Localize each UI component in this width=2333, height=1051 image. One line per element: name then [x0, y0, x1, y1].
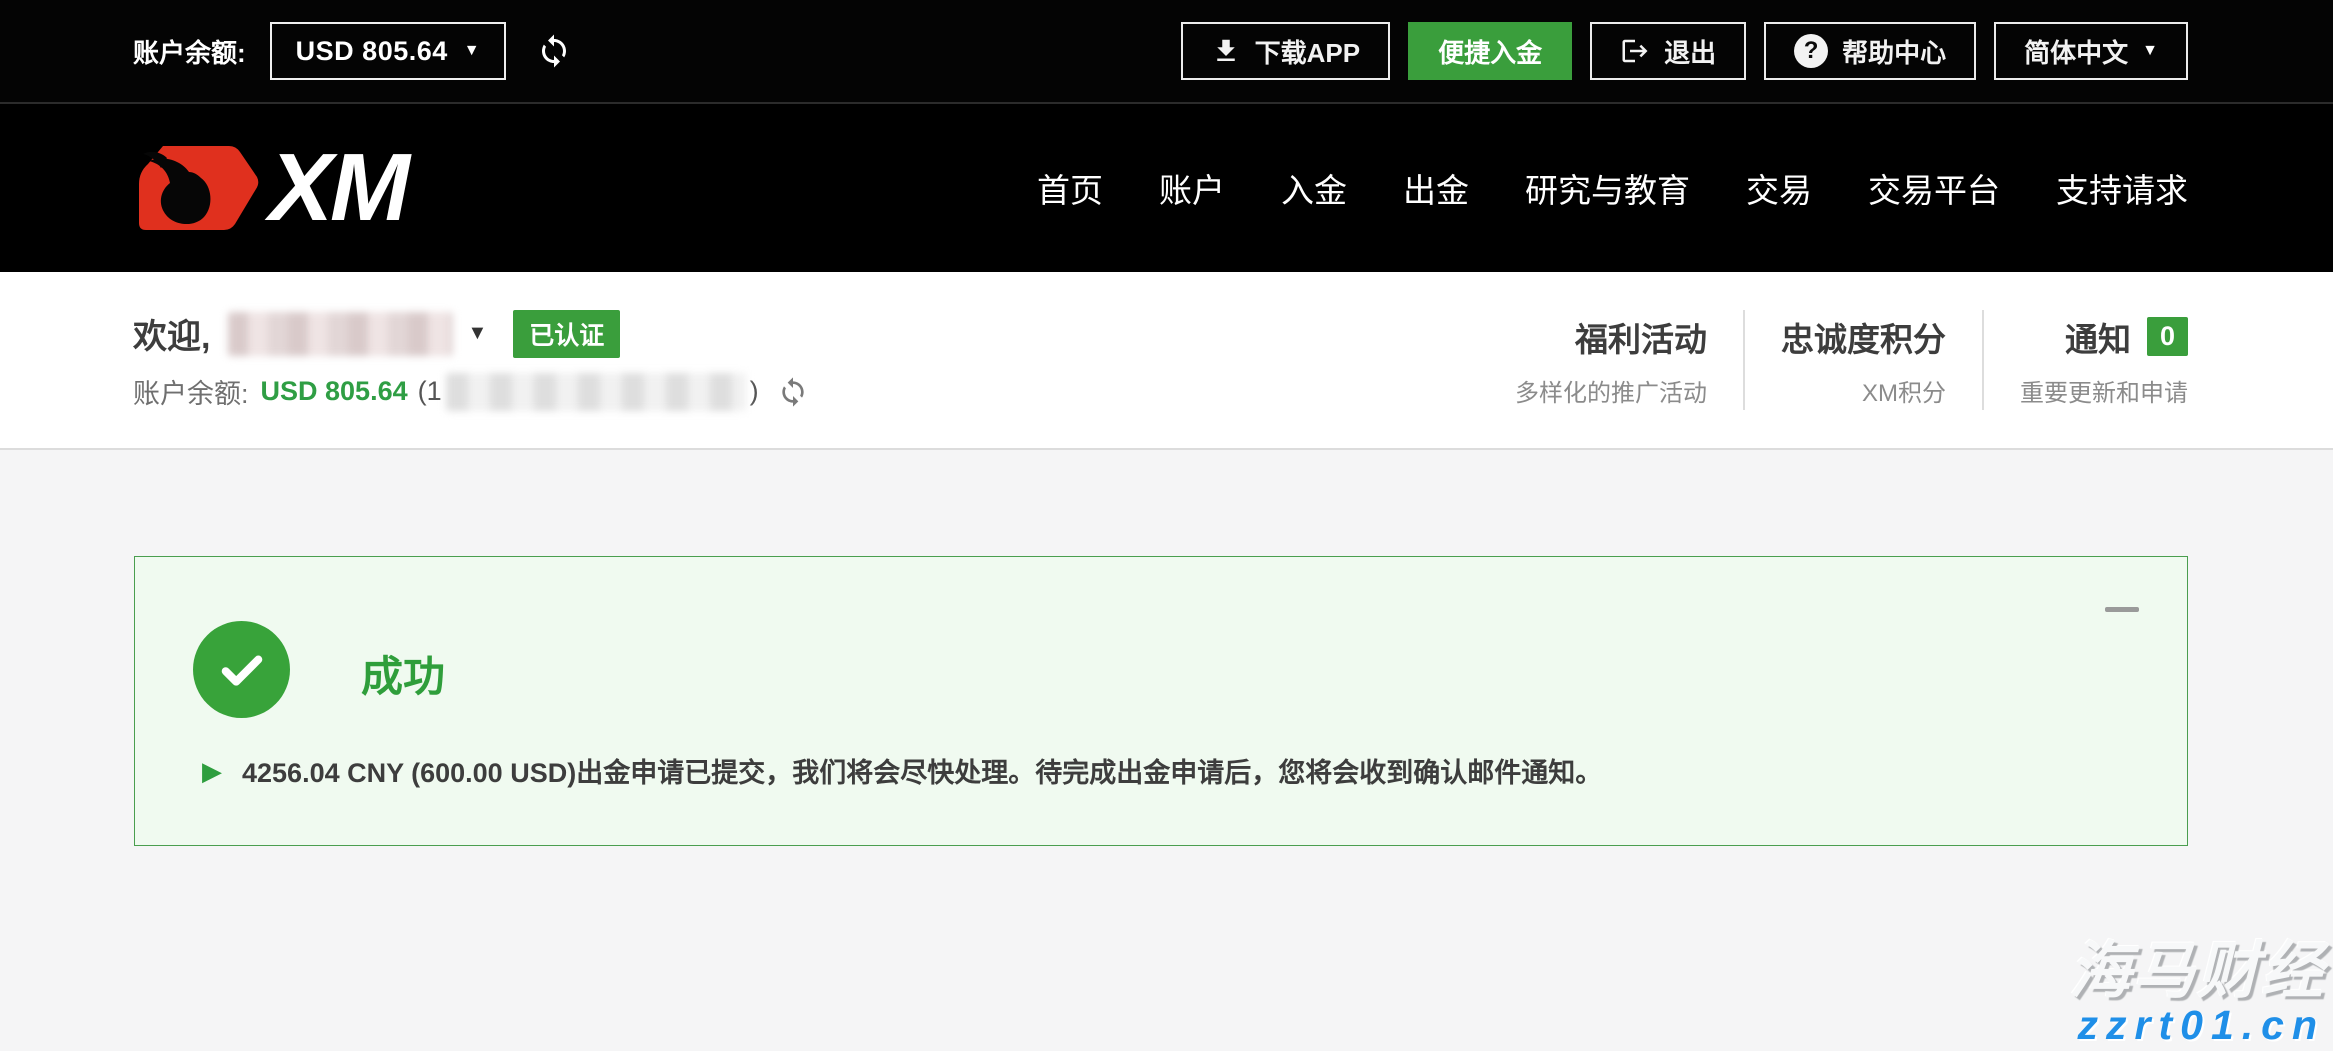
help-icon: ? [1794, 34, 1828, 68]
success-message-row: ▶ 4256.04 CNY (600.00 USD)出金申请已提交，我们将会尽快… [202, 751, 1602, 790]
account-number-prefix: (1 [418, 376, 442, 407]
balance-currency-dropdown[interactable]: USD 805.64 ▼ [270, 22, 506, 80]
welcome-widgets: 福利活动 多样化的推广活动 忠诚度积分 XM积分 通知 0 重要更新和申请 [1515, 310, 2188, 410]
notifications-title-text: 通知 [2065, 313, 2131, 361]
success-title: 成功 [361, 643, 445, 704]
widget-promotions-subtitle: 多样化的推广活动 [1515, 373, 1707, 408]
bullet-triangle-icon: ▶ [202, 758, 222, 784]
success-check-circle [193, 621, 290, 718]
download-icon [1211, 36, 1241, 66]
redacted-username [228, 312, 453, 356]
chevron-down-icon: ▼ [464, 43, 480, 59]
help-center-label: 帮助中心 [1842, 33, 1946, 70]
nav-menu: 首页 账户 入金 出金 研究与教育 交易 交易平台 支持请求 [1037, 164, 2188, 212]
page: 账户余额: USD 805.64 ▼ 下载APP 便捷入金 [0, 0, 2333, 1051]
nav-item-support[interactable]: 支持请求 [2056, 164, 2188, 212]
account-number-suffix: ) [750, 376, 759, 407]
quick-deposit-button[interactable]: 便捷入金 [1408, 22, 1572, 80]
widget-notifications-title: 通知 0 [2065, 313, 2188, 361]
nav-item-home[interactable]: 首页 [1037, 164, 1103, 212]
user-menu-caret-icon[interactable]: ▼ [467, 322, 487, 345]
watermark-url-text: zzrt01.cn [2069, 1004, 2325, 1047]
chevron-down-icon: ▼ [2142, 43, 2158, 59]
collapse-icon[interactable] [2105, 607, 2139, 612]
balance-dropdown-value: USD 805.64 [296, 36, 448, 67]
watermark: 海马财经 zzrt01.cn [2069, 939, 2325, 1047]
widget-loyalty-subtitle: XM积分 [1862, 373, 1946, 408]
top-utility-bar: 账户余额: USD 805.64 ▼ 下载APP 便捷入金 [0, 0, 2333, 104]
success-alert-box: 成功 ▶ 4256.04 CNY (600.00 USD)出金申请已提交，我们将… [134, 556, 2188, 846]
nav-item-trading[interactable]: 交易 [1746, 164, 1812, 212]
welcome-line: 欢迎, ▼ 已认证 [133, 309, 809, 358]
language-label: 简体中文 [2024, 33, 2128, 70]
topbar-actions: 下载APP 便捷入金 退出 ? 帮助中心 简体中文 ▼ [1181, 22, 2188, 80]
widget-divider [1982, 310, 1984, 410]
logout-label: 退出 [1664, 33, 1716, 70]
notifications-count-badge: 0 [2147, 317, 2188, 356]
balance-label: 账户余额: [133, 33, 246, 70]
download-app-button[interactable]: 下载APP [1181, 22, 1390, 80]
welcome-user-block: 欢迎, ▼ 已认证 账户余额: USD 805.64 (1 ) [133, 309, 809, 411]
account-balance-value: USD 805.64 [261, 376, 408, 407]
widget-loyalty[interactable]: 忠诚度积分 XM积分 [1781, 313, 1946, 408]
language-dropdown[interactable]: 简体中文 ▼ [1994, 22, 2188, 80]
bull-logo-icon [133, 142, 263, 234]
verified-status-badge: 已认证 [513, 310, 620, 358]
redacted-account-number [446, 373, 746, 411]
nav-item-deposit[interactable]: 入金 [1281, 164, 1347, 212]
success-message-text: 4256.04 CNY (600.00 USD)出金申请已提交，我们将会尽快处理… [242, 751, 1602, 790]
widget-notifications-subtitle: 重要更新和申请 [2020, 373, 2188, 408]
account-balance-label: 账户余额: [133, 372, 249, 411]
help-center-button[interactable]: ? 帮助中心 [1764, 22, 1976, 80]
xm-logo[interactable]: XM [133, 140, 407, 236]
main-content: 成功 ▶ 4256.04 CNY (600.00 USD)出金申请已提交，我们将… [0, 450, 2333, 1051]
widget-loyalty-title: 忠诚度积分 [1781, 313, 1946, 361]
nav-item-withdraw[interactable]: 出金 [1403, 164, 1469, 212]
account-balance-line: 账户余额: USD 805.64 (1 ) [133, 372, 809, 411]
refresh-icon [536, 33, 572, 69]
main-navbar: XM 首页 账户 入金 出金 研究与教育 交易 交易平台 支持请求 [0, 104, 2333, 272]
refresh-icon [777, 376, 809, 408]
widget-divider [1743, 310, 1745, 410]
watermark-brand-text: 海马财经 [2069, 939, 2325, 1004]
nav-item-account[interactable]: 账户 [1159, 164, 1225, 212]
logout-icon [1620, 36, 1650, 66]
brand-text: XM [269, 140, 407, 236]
greeting-text: 欢迎, [133, 309, 210, 358]
checkmark-icon [214, 642, 270, 698]
logout-button[interactable]: 退出 [1590, 22, 1746, 80]
nav-item-platforms[interactable]: 交易平台 [1868, 164, 2000, 212]
topbar-balance-group: 账户余额: USD 805.64 ▼ [133, 22, 572, 80]
nav-item-research[interactable]: 研究与教育 [1525, 164, 1690, 212]
welcome-strip: 欢迎, ▼ 已认证 账户余额: USD 805.64 (1 ) 福利活 [0, 272, 2333, 450]
refresh-balance-button[interactable] [536, 33, 572, 69]
widget-promotions-title: 福利活动 [1575, 313, 1707, 361]
download-app-label: 下载APP [1255, 33, 1360, 70]
widget-notifications[interactable]: 通知 0 重要更新和申请 [2020, 313, 2188, 408]
widget-promotions[interactable]: 福利活动 多样化的推广活动 [1515, 313, 1707, 408]
quick-deposit-label: 便捷入金 [1438, 33, 1542, 70]
refresh-account-button[interactable] [777, 376, 809, 408]
